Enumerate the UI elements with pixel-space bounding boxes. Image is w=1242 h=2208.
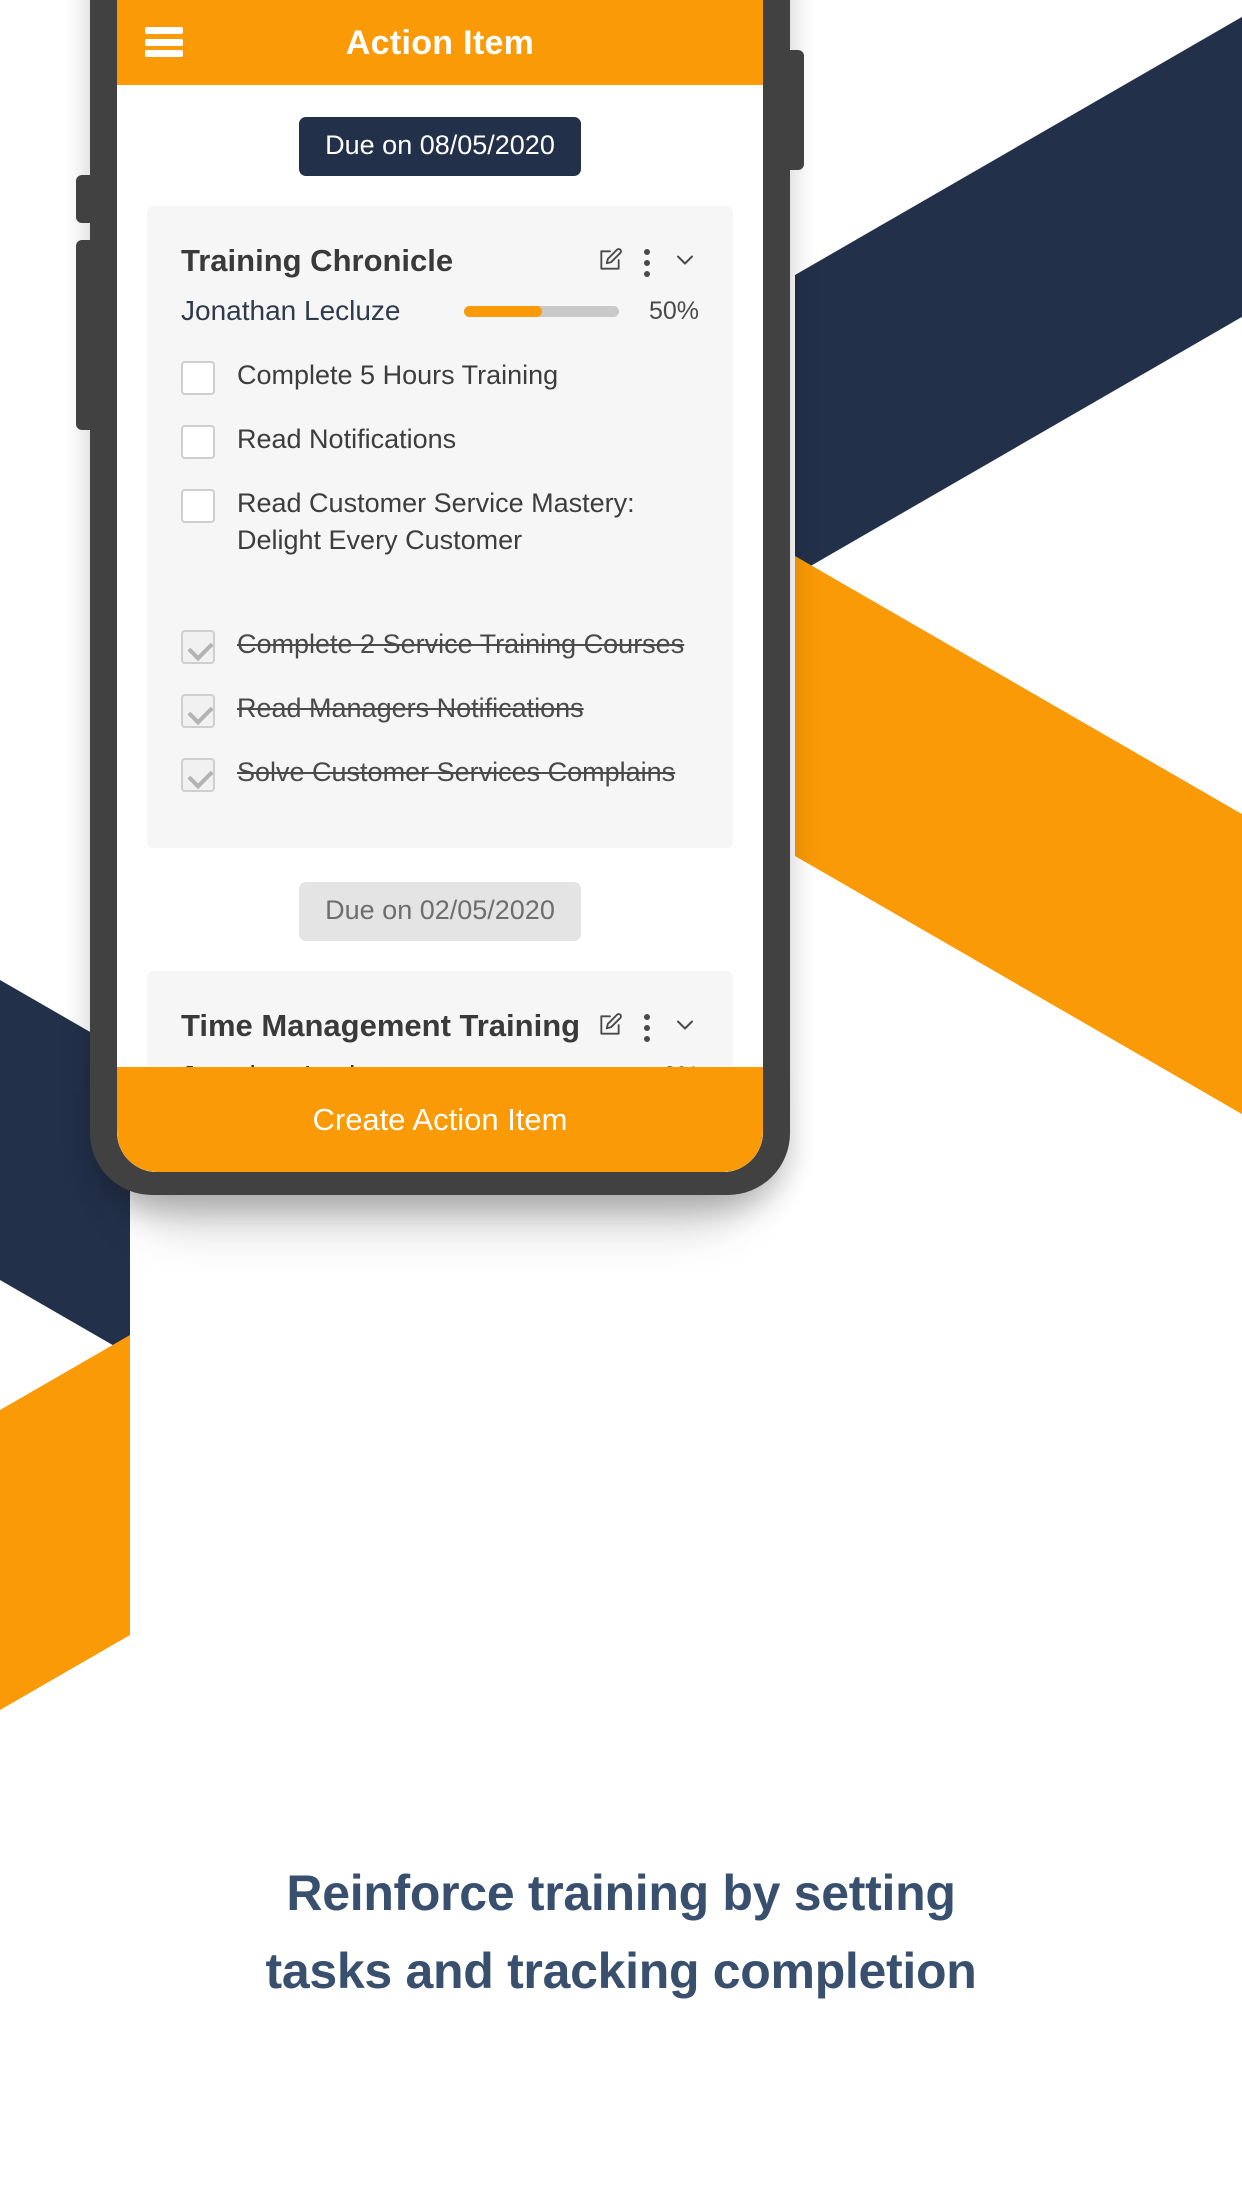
card-title: Training Chronicle [181,243,454,278]
edit-pencil-icon[interactable] [597,1012,623,1043]
card-header: Training Chronicle [181,240,699,279]
task-label: Read Managers Notifications [237,693,584,724]
task-checkbox[interactable] [181,361,215,396]
task-label: Complete 2 Service Training Courses [237,629,685,660]
task-item[interactable]: Read Notifications [181,421,699,460]
card-action-buttons [597,240,699,279]
task-item-completed[interactable]: Solve Customer Services Complains [181,754,699,793]
card-title: Time Management Training [181,1008,581,1044]
task-label: Read Customer Service Mastery: Delight E… [237,488,635,555]
task-checkbox-checked[interactable] [181,694,215,729]
volume-down-button[interactable] [76,240,92,430]
card-action-buttons [597,1005,699,1044]
due-badge-row: Due on 08/05/2020 [147,117,733,176]
task-checkbox[interactable] [181,425,215,460]
more-vertical-icon[interactable] [643,248,651,277]
task-checkbox[interactable] [181,489,215,524]
app-bar: Action Item [117,0,763,85]
volume-up-button[interactable] [76,175,92,223]
task-label: Complete 5 Hours Training [237,360,559,391]
page-root: Action Item Due on 08/05/2020 Training C… [0,0,1242,2208]
decorative-shape-right-orange [795,556,1242,1180]
marketing-caption: Reinforce training by setting tasks and … [0,1855,1242,2010]
due-date-badge: Due on 08/05/2020 [299,117,581,176]
task-checkbox-checked[interactable] [181,630,215,665]
due-date-badge: Due on 02/05/2020 [299,882,581,942]
due-badge-row: Due on 02/05/2020 [147,882,733,942]
caption-line-1: Reinforce training by setting [286,1865,956,1921]
progress-group: 50% [464,297,699,326]
content-area: Due on 08/05/2020 Training Chronicle Jon… [117,117,763,1172]
caption-line-2: tasks and tracking completion [265,1942,977,1999]
action-item-card[interactable]: Training Chronicle Jonathan Lecluze 50% … [147,206,733,849]
chevron-down-icon[interactable] [671,246,699,279]
card-header: Time Management Training [181,1005,699,1044]
more-vertical-icon[interactable] [643,1013,651,1042]
phone-screen: Action Item Due on 08/05/2020 Training C… [117,0,763,1172]
task-item-completed[interactable]: Read Managers Notifications [181,690,699,729]
task-label: Solve Customer Services Complains [237,757,676,788]
task-item-completed[interactable]: Complete 2 Service Training Courses [181,626,699,665]
task-checkbox-checked[interactable] [181,758,215,793]
chevron-down-icon[interactable] [671,1011,699,1044]
page-title: Action Item [345,24,535,62]
task-list-divider [181,584,699,626]
hamburger-menu-icon[interactable] [145,27,183,57]
phone-frame: Action Item Due on 08/05/2020 Training C… [76,0,804,1195]
progress-bar [464,305,619,317]
create-action-item-button[interactable]: Create Action Item [117,1067,763,1172]
edit-pencil-icon[interactable] [597,247,623,278]
task-item[interactable]: Read Customer Service Mastery: Delight E… [181,485,699,558]
task-list: Complete 5 Hours Training Read Notificat… [181,357,699,793]
task-label: Read Notifications [237,424,457,455]
power-button[interactable] [788,50,804,170]
decorative-shape-right-navy [795,0,1242,576]
task-item[interactable]: Complete 5 Hours Training [181,357,699,396]
progress-label: 50% [648,296,699,325]
card-owner: Jonathan Lecluze [181,295,401,327]
card-subheader: Jonathan Lecluze 50% [181,295,699,327]
